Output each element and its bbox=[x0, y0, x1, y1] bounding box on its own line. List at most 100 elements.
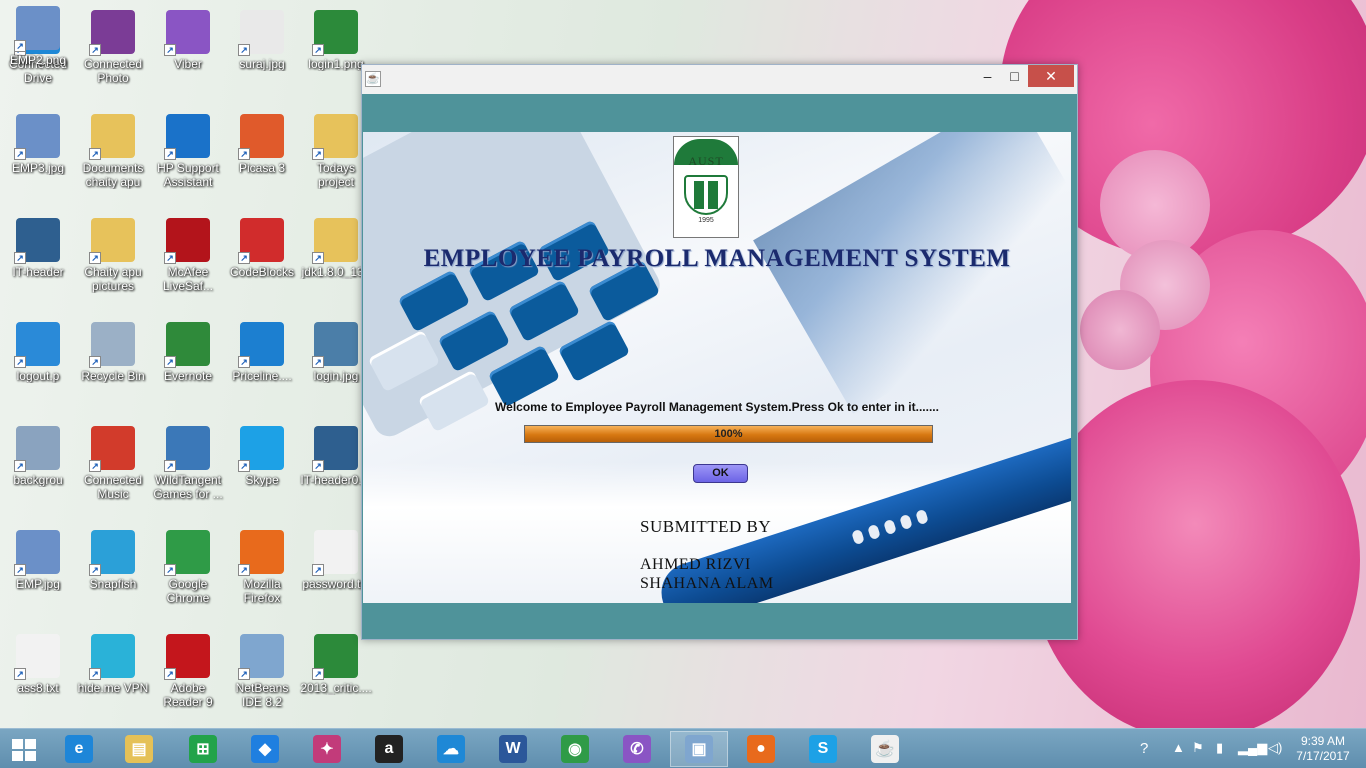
onedrive-icon: ☁ bbox=[437, 735, 465, 763]
netbeans-icon: ↗ bbox=[238, 634, 284, 680]
start-button[interactable] bbox=[12, 739, 38, 761]
shortcut-arrow-icon: ↗ bbox=[164, 148, 176, 160]
desktop-icon[interactable]: ↗ EMP2.png bbox=[0, 0, 76, 100]
desktop-icon[interactable]: ↗ Snapfish bbox=[75, 524, 151, 624]
desktop-icon[interactable]: ↗ backgrou bbox=[0, 420, 76, 520]
shortcut-arrow-icon: ↗ bbox=[89, 44, 101, 56]
recycle-bin-icon: ↗ bbox=[89, 322, 135, 368]
desktop-icon[interactable]: ↗ Priceline.... bbox=[224, 316, 300, 416]
flag-icon[interactable]: ⚑ bbox=[1192, 740, 1204, 756]
desktop-icon-label: EMP2.png bbox=[9, 53, 67, 67]
desktop-icon[interactable]: ↗ EMP3.jpg bbox=[0, 108, 76, 208]
priceline-icon: ↗ bbox=[238, 322, 284, 368]
taskbar-item[interactable]: ☁ bbox=[422, 731, 480, 767]
desktop-icon-label: Picasa 3 bbox=[238, 161, 286, 175]
store-icon: ⊞ bbox=[189, 735, 217, 763]
desktop-icon-label: backgrou bbox=[13, 473, 63, 487]
taskbar-item[interactable]: ▤ bbox=[110, 731, 168, 767]
taskbar-item[interactable]: ☕ bbox=[856, 731, 914, 767]
clock[interactable]: 9:39 AM 7/17/2017 bbox=[1290, 734, 1356, 764]
desktop-icon[interactable]: ↗ NetBeans IDE 8.2 bbox=[224, 628, 300, 728]
desktop-icon[interactable]: ↗ Skype bbox=[224, 420, 300, 520]
desktop-icon-label: Connected Photo bbox=[83, 57, 143, 85]
shortcut-arrow-icon: ↗ bbox=[164, 252, 176, 264]
shortcut-arrow-icon: ↗ bbox=[238, 252, 250, 264]
taskbar-item[interactable]: ● bbox=[732, 731, 790, 767]
desktop-icon[interactable]: ↗ WildTangent Games for ... bbox=[150, 420, 226, 520]
author-names: AHMED RIZVI SHAHANA ALAM bbox=[640, 555, 774, 593]
payroll-window: ☕ – □ ✕ AUST 1995 EMPLOYEE PAYROLL MANAG… bbox=[361, 64, 1078, 640]
taskbar-item[interactable]: ▣ bbox=[670, 731, 728, 767]
taskbar-item[interactable]: ✆ bbox=[608, 731, 666, 767]
shortcut-arrow-icon: ↗ bbox=[89, 356, 101, 368]
desktop-icon[interactable]: ↗ Recycle Bin bbox=[75, 316, 151, 416]
volume-icon[interactable]: ◁) bbox=[1268, 740, 1282, 756]
desktop-icon-label: suraj.jpg bbox=[239, 57, 285, 71]
image-file-icon: ↗ bbox=[14, 6, 60, 52]
desktop-icon[interactable]: ↗ Chaity apu pictures bbox=[75, 212, 151, 312]
desktop-icon[interactable]: ↗ Adobe Reader 9 bbox=[150, 628, 226, 728]
ok-button[interactable]: OK bbox=[693, 464, 748, 483]
welcome-message: Welcome to Employee Payroll Management S… bbox=[495, 400, 939, 414]
viber-icon: ✆ bbox=[623, 735, 651, 763]
desktop-icon[interactable]: ↗ Mozilla Firefox bbox=[224, 524, 300, 624]
desktop-icon-label: HP Support Assistant bbox=[157, 161, 219, 189]
shortcut-arrow-icon: ↗ bbox=[14, 564, 26, 576]
window-client-area: AUST 1995 EMPLOYEE PAYROLL MANAGEMENT SY… bbox=[362, 94, 1077, 639]
minimize-button[interactable]: – bbox=[974, 65, 1001, 87]
signal-icon[interactable]: ▂▄▆ bbox=[1238, 740, 1267, 756]
desktop-icon-label: ass8.txt bbox=[17, 681, 59, 695]
desktop-icon[interactable]: ↗ Evernote bbox=[150, 316, 226, 416]
taskbar-item[interactable]: ◉ bbox=[546, 731, 604, 767]
desktop-icon[interactable]: ↗ 2013_critic.... bbox=[298, 628, 374, 728]
image-file-icon: ↗ bbox=[312, 634, 358, 680]
taskbar-item[interactable]: ✦ bbox=[298, 731, 356, 767]
chevron-up-icon[interactable]: ▲ bbox=[1172, 740, 1185, 755]
folder-icon: ↗ bbox=[312, 218, 358, 264]
shortcut-arrow-icon: ↗ bbox=[312, 564, 324, 576]
desktop-icon[interactable]: ↗ EMP.jpg bbox=[0, 524, 76, 624]
desktop-icon[interactable]: ↗ ass8.txt bbox=[0, 628, 76, 728]
image-file-icon: ↗ bbox=[14, 530, 60, 576]
taskbar-item[interactable]: e bbox=[50, 731, 108, 767]
desktop-icon[interactable]: ↗ IT-header bbox=[0, 212, 76, 312]
shortcut-arrow-icon: ↗ bbox=[164, 44, 176, 56]
help-icon[interactable]: ? bbox=[1140, 740, 1148, 757]
taskbar-item[interactable]: ⊞ bbox=[174, 731, 232, 767]
desktop-icon[interactable]: ↗ Documents chaity apu bbox=[75, 108, 151, 208]
amazon-icon: a bbox=[375, 735, 403, 763]
desktop-icon[interactable]: ↗ Google Chrome bbox=[150, 524, 226, 624]
shortcut-arrow-icon: ↗ bbox=[312, 356, 324, 368]
taskbar-item[interactable]: ◆ bbox=[236, 731, 294, 767]
desktop-icon[interactable]: ↗ logout.p bbox=[0, 316, 76, 416]
desktop-icon[interactable]: ↗ Picasa 3 bbox=[224, 108, 300, 208]
desktop-icon[interactable]: ↗ McAfee LiveSaf... bbox=[150, 212, 226, 312]
desktop-icon[interactable]: ↗ Connected Photo bbox=[75, 4, 151, 104]
shortcut-arrow-icon: ↗ bbox=[14, 252, 26, 264]
shortcut-arrow-icon: ↗ bbox=[14, 460, 26, 472]
clock-time: 9:39 AM bbox=[1300, 734, 1346, 748]
desktop-icon[interactable]: ↗ Connected Music bbox=[75, 420, 151, 520]
desktop-icon-label: Chaity apu pictures bbox=[84, 265, 142, 293]
desktop-icon[interactable]: ↗ Viber bbox=[150, 4, 226, 104]
shortcut-arrow-icon: ↗ bbox=[14, 40, 26, 52]
music-icon: ↗ bbox=[89, 426, 135, 472]
taskbar-item[interactable]: S bbox=[794, 731, 852, 767]
firefox-icon: ↗ bbox=[238, 530, 284, 576]
desktop-icon[interactable]: ↗ HP Support Assistant bbox=[150, 108, 226, 208]
logo-year: 1995 bbox=[698, 217, 714, 224]
shortcut-arrow-icon: ↗ bbox=[312, 148, 324, 160]
shortcut-arrow-icon: ↗ bbox=[89, 668, 101, 680]
desktop-icon[interactable]: ↗ suraj.jpg bbox=[224, 4, 300, 104]
desktop-icon[interactable]: ↗ CodeBlocks bbox=[224, 212, 300, 312]
close-button[interactable]: ✕ bbox=[1028, 65, 1074, 87]
network-icon[interactable]: ▮ bbox=[1216, 740, 1223, 756]
image-file-icon: ↗ bbox=[312, 10, 358, 56]
maximize-button[interactable]: □ bbox=[1001, 65, 1028, 87]
shortcut-arrow-icon: ↗ bbox=[312, 460, 324, 472]
taskbar-item[interactable]: a bbox=[360, 731, 418, 767]
desktop-icon[interactable]: ↗ hide.me VPN bbox=[75, 628, 151, 728]
skype-icon: ↗ bbox=[238, 426, 284, 472]
window-title-bar[interactable]: ☕ – □ ✕ bbox=[362, 65, 1077, 93]
taskbar-item[interactable]: W bbox=[484, 731, 542, 767]
